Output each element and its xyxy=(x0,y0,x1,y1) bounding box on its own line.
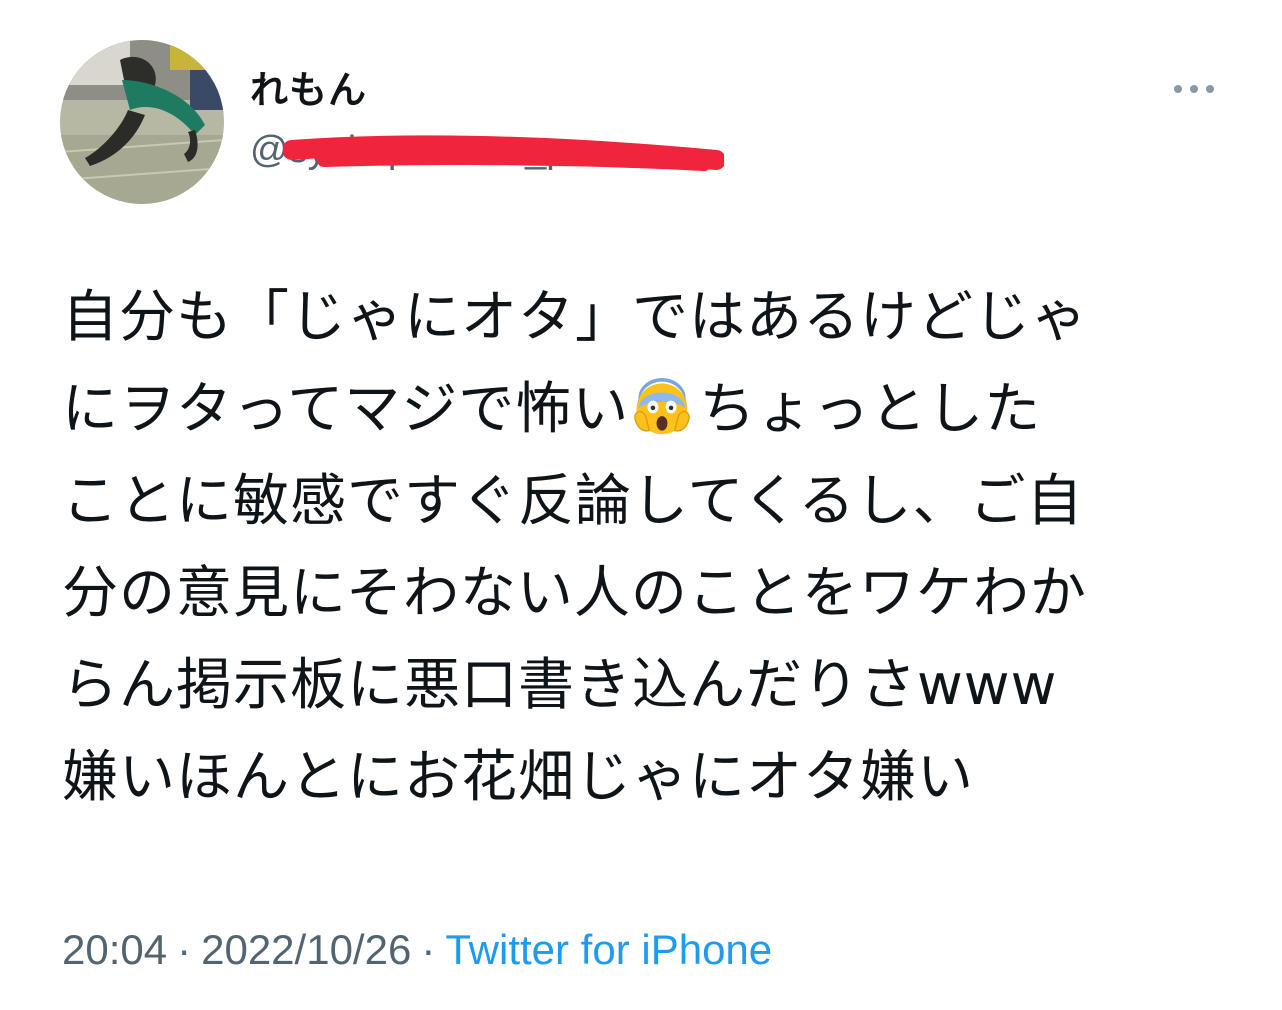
tweet-text: 自分も「じゃにオタ」ではあるけどじゃ にヲタってマジで怖い ちょっとした ことに… xyxy=(62,272,1232,824)
avatar-photo xyxy=(60,40,224,204)
tweet-source-link[interactable]: Twitter for iPhone xyxy=(445,926,772,973)
tweet: れもん @syokupanman_p 自分も「じゃにオタ」ではあるけどじゃ にヲ… xyxy=(0,0,1282,1010)
tweet-text-line: ことに敏感ですぐ反論してくるし、ご自 xyxy=(62,469,1084,534)
tweet-text-line: にヲタってマジで怖い ちょっとした xyxy=(62,364,1232,456)
tweet-text-segment: ちょっとした xyxy=(699,377,1042,442)
tweet-text-segment: にヲタってマジで怖い xyxy=(62,377,630,442)
tweet-text-line: らん掲示板に悪口書き込んだりさwww xyxy=(62,653,1058,718)
user-handle: @syokupanman_p xyxy=(250,129,568,171)
avatar[interactable] xyxy=(60,40,224,204)
tweet-text-line: 嫌いほんとにお花畑じゃにオタ嫌い xyxy=(62,745,974,810)
meta-separator: · xyxy=(421,926,436,973)
user-handle-link[interactable]: @syokupanman_p xyxy=(250,124,724,180)
tweet-meta: 20:04 · 2022/10/26 · Twitter for iPhone xyxy=(62,922,772,978)
meta-separator: · xyxy=(177,926,192,973)
display-name[interactable]: れもん xyxy=(250,62,367,118)
screaming-face-emoji xyxy=(634,378,691,435)
tweet-date[interactable]: 2022/10/26 xyxy=(201,926,411,973)
tweet-text-line: 自分も「じゃにオタ」ではあるけどじゃ xyxy=(62,285,1088,350)
tweet-text-line: 分の意見にそわない人のことをワケわか xyxy=(62,561,1087,626)
more-horizontal-icon xyxy=(1174,85,1214,93)
more-options-button[interactable] xyxy=(1170,74,1218,104)
tweet-time[interactable]: 20:04 xyxy=(62,926,167,973)
